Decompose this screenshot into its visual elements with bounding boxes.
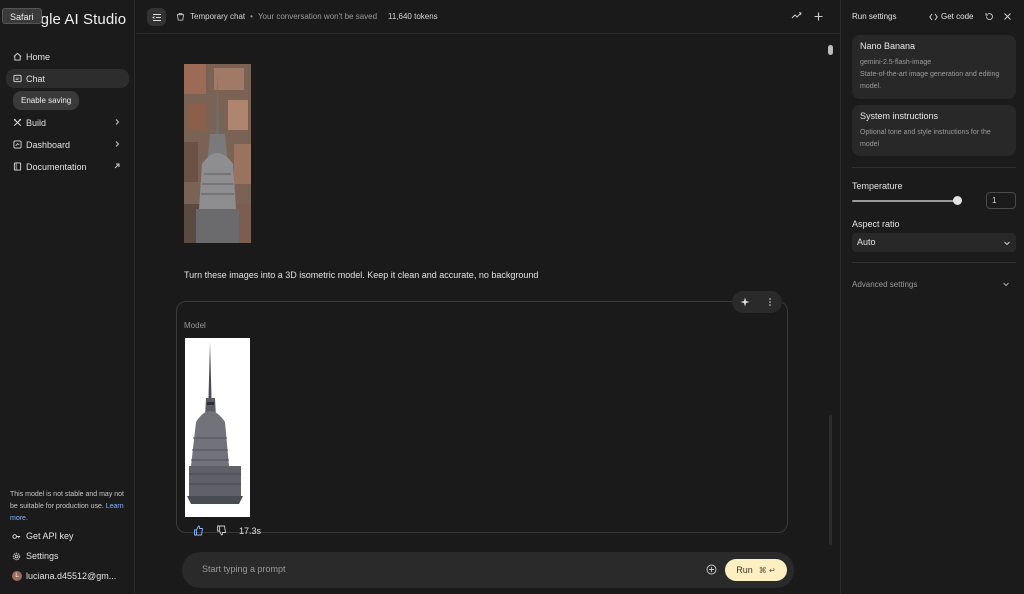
sidebar-item-label: Home xyxy=(26,51,51,62)
response-time: 17.3s xyxy=(239,525,262,536)
temperature-label: Temperature xyxy=(852,181,903,191)
build-icon xyxy=(13,118,22,127)
response-feedback: 17.3s xyxy=(193,525,261,536)
thumbs-down-icon[interactable] xyxy=(216,525,227,536)
dashboard-icon xyxy=(13,140,22,149)
compare-icon[interactable] xyxy=(791,11,802,22)
left-sidebar: Google AI Studio Safari Home Chat Enable… xyxy=(0,0,135,594)
divider xyxy=(852,167,1016,168)
account-email: luciana.d45512@gm... xyxy=(26,571,117,581)
prompt-input[interactable] xyxy=(202,564,682,574)
model-name: Nano Banana xyxy=(860,41,916,51)
chat-area: Turn these images into a 3D isometric mo… xyxy=(136,35,840,594)
sidebar-item-label: Documentation xyxy=(26,161,87,172)
aerial-building-photo xyxy=(184,64,251,243)
sidebar-item-dashboard[interactable]: Dashboard xyxy=(6,135,129,154)
menu-collapse-icon xyxy=(151,13,161,21)
user-uploaded-image[interactable] xyxy=(184,64,251,243)
aspect-ratio-select[interactable]: Auto xyxy=(852,233,1016,252)
model-description: State-of-the-art image generation and ed… xyxy=(860,71,1000,90)
generated-model-image[interactable] xyxy=(185,338,250,517)
isometric-tower-render xyxy=(185,338,250,517)
sidebar-item-home[interactable]: Home xyxy=(6,47,129,66)
response-actions xyxy=(732,291,782,313)
avatar: L xyxy=(12,571,22,581)
temporary-chat-indicator: Temporary chat • Your conversation won't… xyxy=(176,12,377,21)
home-icon xyxy=(13,52,22,61)
sidebar-item-label: Dashboard xyxy=(26,139,71,150)
scrollbar-thumb[interactable] xyxy=(828,45,833,55)
temperature-slider-track[interactable] xyxy=(852,200,958,202)
chevron-down-icon[interactable] xyxy=(1002,280,1010,288)
more-options-icon[interactable] xyxy=(765,297,775,307)
sidebar-item-build[interactable]: Build xyxy=(6,113,129,132)
system-instructions-card[interactable]: System instructions Optional tone and st… xyxy=(852,105,1016,156)
settings-button[interactable]: Settings xyxy=(12,551,59,561)
system-instructions-description: Optional tone and style instructions for… xyxy=(860,129,991,148)
model-id: gemini-2.5-flash-image xyxy=(860,59,932,66)
aspect-ratio-label: Aspect ratio xyxy=(852,219,900,229)
scrollbar-track[interactable] xyxy=(829,415,832,545)
run-settings-title: Run settings xyxy=(852,12,897,21)
reset-icon[interactable] xyxy=(985,12,994,21)
account-button[interactable]: L luciana.d45512@gm... xyxy=(12,571,116,581)
chat-icon xyxy=(13,74,22,83)
code-icon xyxy=(929,13,938,20)
sidebar-item-chat[interactable]: Chat xyxy=(6,69,129,88)
run-shortcut: ⌘ ↵ xyxy=(758,565,776,575)
chevron-right-icon xyxy=(115,119,120,125)
temperature-slider-handle[interactable] xyxy=(953,196,962,205)
user-prompt-text: Turn these images into a 3D isometric mo… xyxy=(184,270,539,280)
key-icon xyxy=(12,533,21,539)
model-label: Model xyxy=(184,321,206,330)
sparkle-icon[interactable] xyxy=(740,297,750,307)
toggle-sidebar-button[interactable] xyxy=(147,8,166,26)
enable-saving-tooltip[interactable]: Enable saving xyxy=(13,91,80,110)
top-bar: Temporary chat • Your conversation won't… xyxy=(136,0,840,34)
system-instructions-title: System instructions xyxy=(860,111,939,121)
add-media-icon[interactable] xyxy=(706,564,717,575)
model-stability-note: This model is not stable and may not be … xyxy=(10,491,125,522)
run-button[interactable]: Run ⌘ ↵ xyxy=(725,559,787,581)
sidebar-item-label: Build xyxy=(26,117,47,128)
get-api-key-button[interactable]: Get API key xyxy=(12,531,74,541)
thumbs-up-icon[interactable] xyxy=(193,525,204,536)
sidebar-item-label: Chat xyxy=(26,73,46,84)
model-response-card: Model xyxy=(176,291,788,533)
model-selector-card[interactable]: Nano Banana gemini-2.5-flash-image State… xyxy=(852,35,1016,99)
token-count: 11,640 tokens xyxy=(388,12,438,21)
external-link-icon xyxy=(114,163,120,169)
divider xyxy=(852,262,1016,263)
safari-tooltip: Safari xyxy=(2,8,42,24)
sidebar-item-documentation[interactable]: Documentation xyxy=(6,157,129,176)
run-settings-panel: Run settings Get code Nano Banana gemini… xyxy=(840,0,1024,594)
temperature-input[interactable] xyxy=(986,192,1016,209)
get-code-button[interactable]: Get code xyxy=(929,12,973,21)
documentation-icon xyxy=(13,162,22,171)
close-icon[interactable] xyxy=(1003,12,1012,21)
new-chat-icon[interactable] xyxy=(813,11,824,22)
temporary-chat-icon xyxy=(176,12,185,21)
prompt-bar: Run ⌘ ↵ xyxy=(182,552,794,588)
chevron-down-icon xyxy=(1004,241,1010,246)
chevron-right-icon xyxy=(115,141,120,147)
advanced-settings-toggle[interactable]: Advanced settings xyxy=(852,280,917,289)
gear-icon xyxy=(12,552,21,560)
